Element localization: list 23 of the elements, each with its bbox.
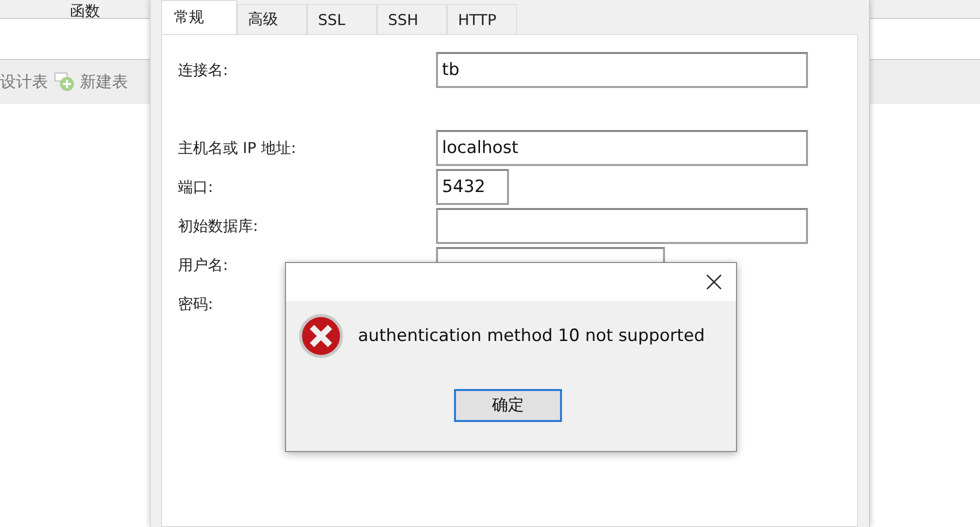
tab[interactable]: SSH xyxy=(377,4,447,34)
field-label: 端口: xyxy=(178,178,214,196)
field-label: 连接名: xyxy=(178,60,230,80)
ok-button[interactable]: 确定 xyxy=(454,389,562,422)
toolbar-button[interactable]: 设计表 xyxy=(0,72,48,92)
tab[interactable]: SSL xyxy=(307,4,377,34)
field-label: 初始数据库: xyxy=(178,216,260,236)
input-field[interactable]: 5432 xyxy=(436,169,509,205)
functions-tab[interactable]: 函数 xyxy=(70,4,100,18)
field-label: 主机名或 IP 地址: xyxy=(178,138,298,158)
field-label: 密码: xyxy=(178,294,214,314)
input-field[interactable] xyxy=(436,208,808,244)
close-icon[interactable] xyxy=(706,274,722,290)
input-field[interactable]: localhost xyxy=(436,130,808,166)
field-label: 用户名: xyxy=(178,256,230,274)
error-message: authentication method 10 not supported xyxy=(358,326,705,346)
tab[interactable]: HTTP xyxy=(447,4,517,34)
input-field[interactable]: tb xyxy=(436,52,808,88)
toolbar-button[interactable]: 新建表 xyxy=(54,72,128,92)
error-icon xyxy=(298,313,344,359)
tab[interactable]: 高级 xyxy=(237,4,307,34)
new-table-icon xyxy=(54,72,76,92)
tab[interactable]: 常规 xyxy=(161,0,237,34)
